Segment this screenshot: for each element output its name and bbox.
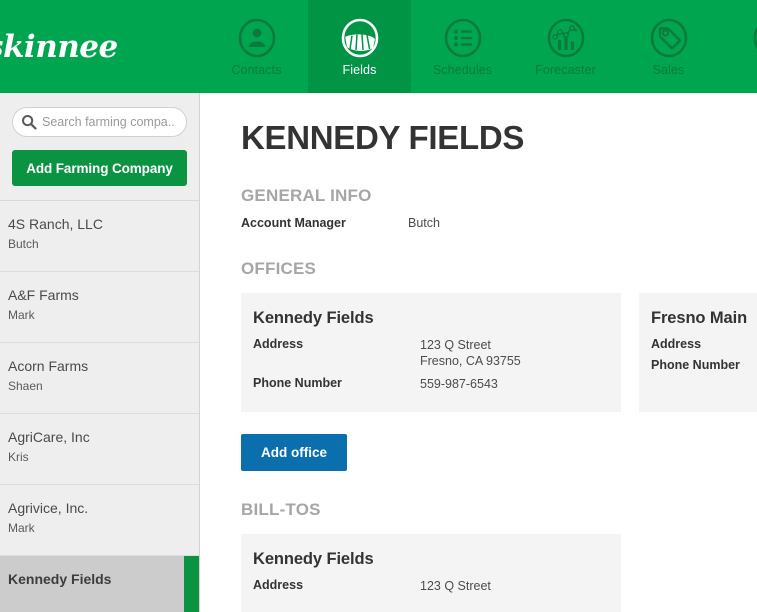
card-field-row: Address123 Q Street [253,578,601,594]
search-icon [21,114,37,130]
company-list-item[interactable]: 4S Ranch, LLCButch [0,201,199,272]
company-contact: Butch [8,235,185,253]
card-title: Kennedy Fields [253,309,601,328]
card-field-value: 123 Q Street Fresno, CA 93755 [420,337,521,369]
company-list-item[interactable]: Acorn FarmsShaen [0,343,199,414]
page-title: KENNEDY FIELDS [241,119,757,157]
nav-item-schedules[interactable]: Schedules [411,0,514,93]
company-name: Agrivice, Inc. [8,499,185,518]
section-header-bill-tos: BILL-TOS [241,500,757,520]
company-contact: Mark [8,519,185,537]
search-input[interactable] [42,115,176,129]
card-field-label: Address [253,578,420,594]
offices-card-row: Kennedy FieldsAddress123 Q Street Fresno… [241,293,757,412]
card-field-row: Phone Number559-987-6543 [253,376,601,392]
app-logo[interactable]: skinnee [0,0,205,93]
selected-accent-bar [184,556,199,612]
person-icon [236,17,278,59]
card-field-label: Address [253,337,420,369]
card-field-label: Address [651,337,757,351]
card-field-row: Address123 Q Street Fresno, CA 93755 [253,337,601,369]
section-header-general-info: GENERAL INFO [241,186,757,206]
farming-company-list: 4S Ranch, LLCButchA&F FarmsMarkAcorn Far… [0,201,199,612]
nav-item-sales[interactable]: Sales [617,0,720,93]
sidebar: Add Farming Company 4S Ranch, LLCButchA&… [0,93,200,612]
company-name: AgriCare, Inc [8,428,185,447]
card-title: Fresno Main [651,309,757,328]
card-field-row: Phone Number [651,358,757,372]
info-value: Butch [408,216,440,230]
nav-item-products[interactable]: Prod [720,0,757,93]
nav-label-contacts: Contacts [231,63,281,77]
company-list-item[interactable]: Agrivice, Inc.Mark [0,485,199,556]
nav-label-fields: Fields [343,63,377,77]
chart-icon [545,17,587,59]
top-navigation-bar: skinnee Contacts [0,0,757,93]
add-farming-company-button[interactable]: Add Farming Company [12,150,187,186]
card-field-value: 123 Q Street [420,578,491,594]
nav-label-schedules: Schedules [433,63,492,77]
product-icon [751,17,757,59]
sidebar-header: Add Farming Company [0,93,199,201]
info-row-account-manager: Account Manager Butch [241,216,757,230]
company-name: Acorn Farms [8,357,185,376]
nav-item-fields[interactable]: Fields [308,0,411,93]
field-icon [339,17,381,59]
nav-label-sales: Sales [653,63,685,77]
company-list-item[interactable]: AgriCare, IncKris [0,414,199,485]
nav-items-container: Contacts Fields [205,0,757,93]
list-icon [442,17,484,59]
search-box[interactable] [12,107,187,137]
company-name: 4S Ranch, LLC [8,215,185,234]
company-list-item[interactable]: Kennedy Fields [0,556,199,612]
bill-to-card[interactable]: Kennedy Fields Address123 Q Street [241,534,621,612]
company-list-item[interactable]: A&F FarmsMark [0,272,199,343]
add-office-button[interactable]: Add office [241,434,347,471]
nav-item-contacts[interactable]: Contacts [205,0,308,93]
nav-label-forecaster: Forecaster [535,63,596,77]
company-contact: Kris [8,448,185,466]
office-card[interactable]: Kennedy Fields Address123 Q Street Fresno… [241,293,621,412]
card-field-value: 559-987-6543 [420,376,498,392]
company-name: Kennedy Fields [8,570,185,589]
bill-to-card-row: Kennedy Fields Address123 Q Street [241,534,757,612]
section-header-offices: OFFICES [241,259,757,279]
info-label: Account Manager [241,216,408,230]
card-title: Kennedy Fields [253,550,601,569]
nav-item-forecaster[interactable]: Forecaster [514,0,617,93]
main-content: KENNEDY FIELDS GENERAL INFO Account Mana… [201,93,757,612]
company-name: A&F Farms [8,286,185,305]
company-contact: Mark [8,306,185,324]
brand-name: skinnee [0,29,118,65]
office-card[interactable]: Fresno Main Address Phone Number [639,293,757,412]
card-field-row: Address [651,337,757,351]
card-field-label: Phone Number [651,358,757,372]
company-contact: Shaen [8,377,185,395]
price-tag-icon [648,17,690,59]
card-field-label: Phone Number [253,376,420,392]
